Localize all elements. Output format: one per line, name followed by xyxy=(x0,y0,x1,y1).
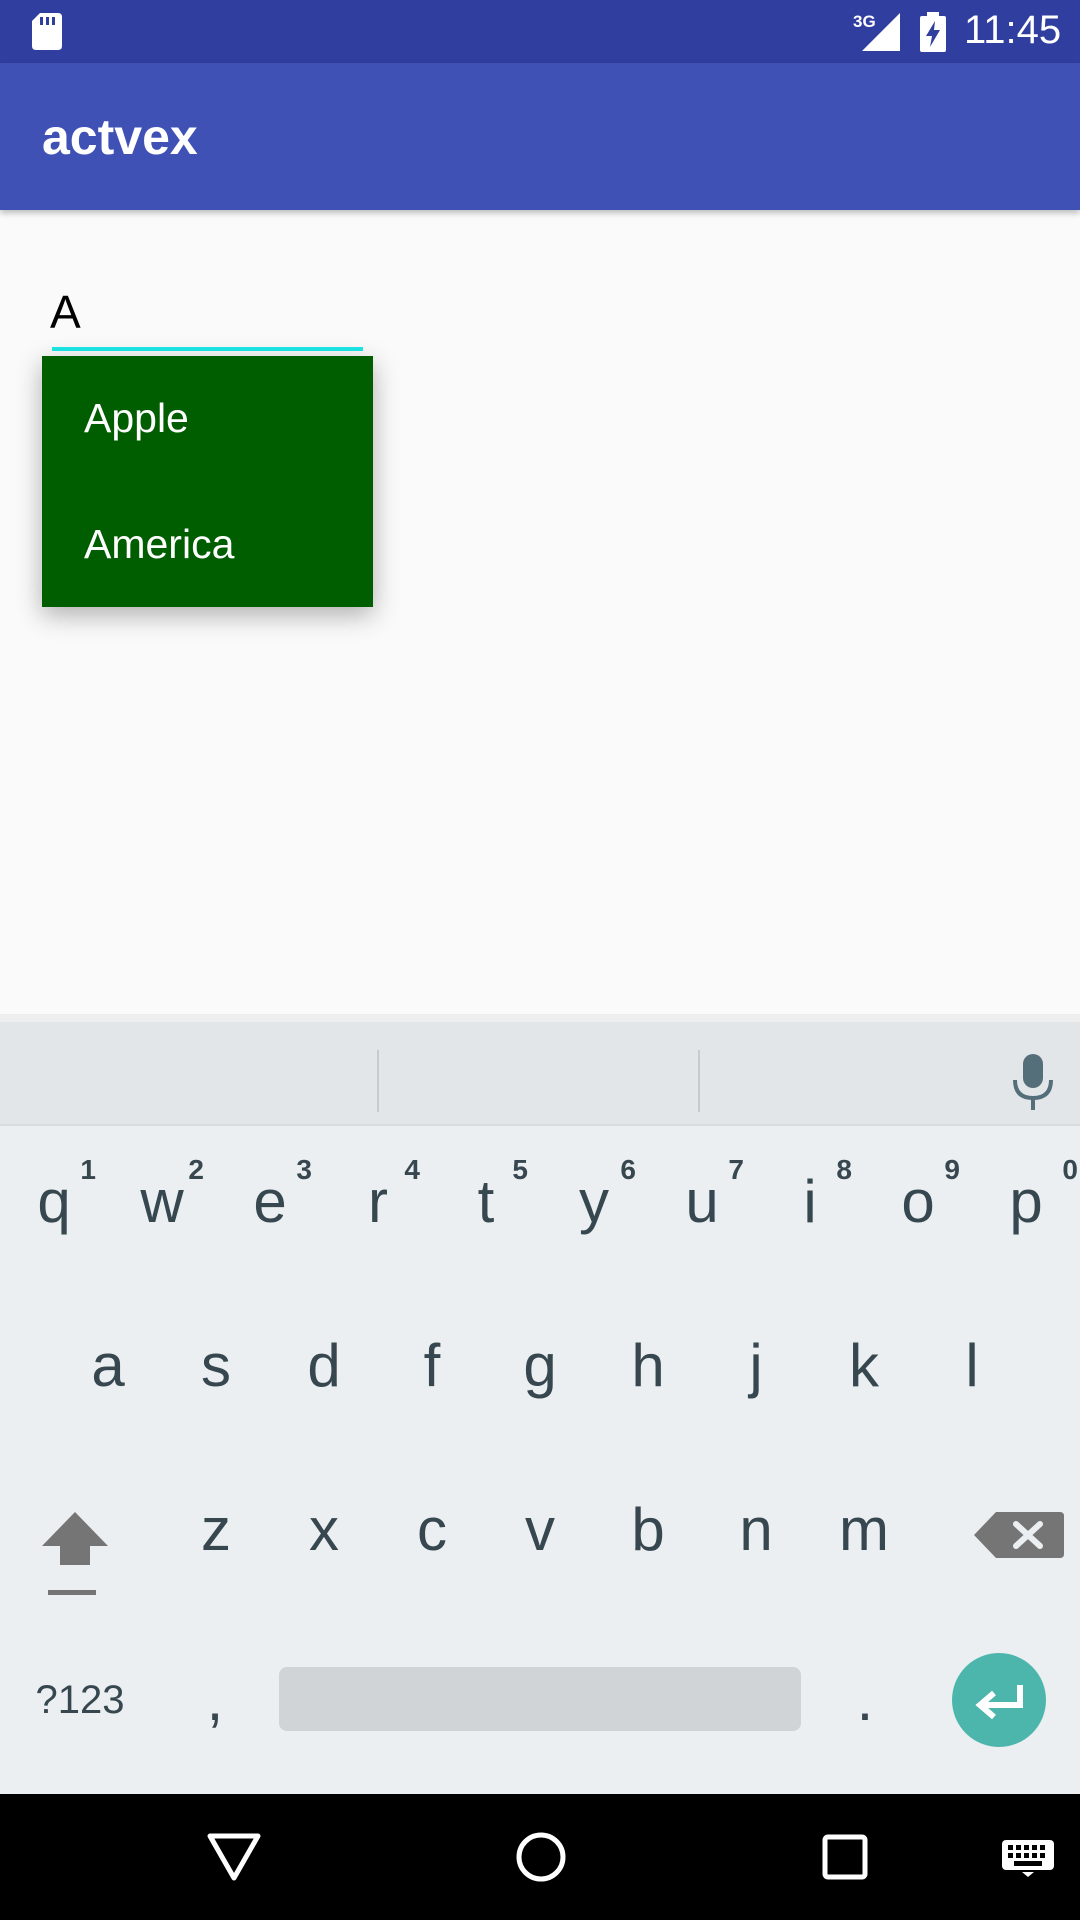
key-w[interactable]: 2w xyxy=(108,1134,216,1284)
key-v[interactable]: v xyxy=(486,1462,594,1612)
key-h[interactable]: h xyxy=(594,1298,702,1448)
shift-icon[interactable] xyxy=(20,1490,130,1620)
sd-card-icon xyxy=(32,13,62,50)
key-char: i xyxy=(803,1168,817,1235)
key-char: q xyxy=(37,1168,71,1235)
key-b[interactable]: b xyxy=(594,1462,702,1612)
app-title: actvex xyxy=(42,109,198,165)
key-char: f xyxy=(423,1332,441,1399)
key-char: h xyxy=(631,1332,665,1399)
key-t[interactable]: 5t xyxy=(432,1134,540,1284)
key-d[interactable]: d xyxy=(270,1298,378,1448)
autocomplete-input[interactable]: A xyxy=(50,285,365,355)
app-bar: actvex xyxy=(0,63,1080,210)
home-icon[interactable] xyxy=(514,1830,568,1884)
key-j[interactable]: j xyxy=(702,1298,810,1448)
key-char: r xyxy=(368,1168,388,1235)
key-char: a xyxy=(91,1332,125,1399)
key-char: e xyxy=(253,1168,287,1235)
period-key[interactable]: . xyxy=(835,1665,895,1735)
key-a[interactable]: a xyxy=(54,1298,162,1448)
key-char: x xyxy=(309,1496,339,1563)
suggestion-label: America xyxy=(84,521,235,567)
key-char: j xyxy=(749,1332,763,1399)
signal-icon xyxy=(862,13,900,51)
key-i[interactable]: 8i xyxy=(756,1134,864,1284)
key-m[interactable]: m xyxy=(810,1462,918,1612)
key-y[interactable]: 6y xyxy=(540,1134,648,1284)
input-value: A xyxy=(50,286,81,338)
enter-icon xyxy=(975,1685,1023,1720)
key-g[interactable]: g xyxy=(486,1298,594,1448)
key-char: n xyxy=(739,1496,773,1563)
strip-divider xyxy=(698,1050,700,1112)
strip-divider xyxy=(377,1050,379,1112)
suggestion-label: Apple xyxy=(84,395,189,441)
clock: 11:45 xyxy=(964,8,1062,52)
key-char: z xyxy=(201,1496,231,1563)
key-q[interactable]: 1q xyxy=(0,1134,108,1284)
key-char: b xyxy=(631,1496,665,1563)
key-c[interactable]: c xyxy=(378,1462,486,1612)
key-s[interactable]: s xyxy=(162,1298,270,1448)
key-r[interactable]: 4r xyxy=(324,1134,432,1284)
key-u[interactable]: 7u xyxy=(648,1134,756,1284)
key-n[interactable]: n xyxy=(702,1462,810,1612)
back-icon[interactable] xyxy=(206,1832,262,1882)
key-char: p xyxy=(1009,1168,1043,1235)
keyboard-switch-icon[interactable] xyxy=(1000,1838,1056,1878)
key-k[interactable]: k xyxy=(810,1298,918,1448)
key-char: w xyxy=(140,1168,184,1235)
key-char: d xyxy=(307,1332,341,1399)
input-underline xyxy=(52,347,363,351)
backspace-icon[interactable] xyxy=(960,1500,1070,1570)
key-char: l xyxy=(965,1332,979,1399)
key-p[interactable]: 0p xyxy=(972,1134,1080,1284)
suggestion-item-america[interactable]: America xyxy=(42,482,373,607)
key-char: t xyxy=(477,1168,495,1235)
enter-key[interactable] xyxy=(952,1653,1046,1747)
key-f[interactable]: f xyxy=(378,1298,486,1448)
key-x[interactable]: x xyxy=(270,1462,378,1612)
key-char: u xyxy=(685,1168,719,1235)
space-key[interactable] xyxy=(279,1667,801,1731)
suggestion-dropdown: Apple America xyxy=(42,356,373,607)
key-char: o xyxy=(901,1168,935,1235)
status-bar: 3G 11:45 xyxy=(0,0,1080,63)
key-char: m xyxy=(839,1496,889,1563)
key-char: v xyxy=(525,1496,555,1563)
key-z[interactable]: z xyxy=(162,1462,270,1612)
suggestion-item-apple[interactable]: Apple xyxy=(42,356,373,481)
battery-charging-icon xyxy=(920,12,946,52)
key-l[interactable]: l xyxy=(918,1298,1026,1448)
recents-icon[interactable] xyxy=(822,1834,868,1880)
key-char: k xyxy=(849,1332,879,1399)
symbols-key[interactable]: ?123 xyxy=(20,1670,140,1730)
key-char: g xyxy=(523,1332,557,1399)
keyboard-suggestion-strip xyxy=(0,1022,1080,1126)
key-o[interactable]: 9o xyxy=(864,1134,972,1284)
navigation-bar xyxy=(0,1794,1080,1920)
mic-icon[interactable] xyxy=(1008,1052,1058,1112)
key-char: s xyxy=(201,1332,231,1399)
key-char: y xyxy=(579,1168,609,1235)
comma-key[interactable]: , xyxy=(185,1665,245,1735)
key-char: c xyxy=(417,1496,447,1563)
key-e[interactable]: 3e xyxy=(216,1134,324,1284)
